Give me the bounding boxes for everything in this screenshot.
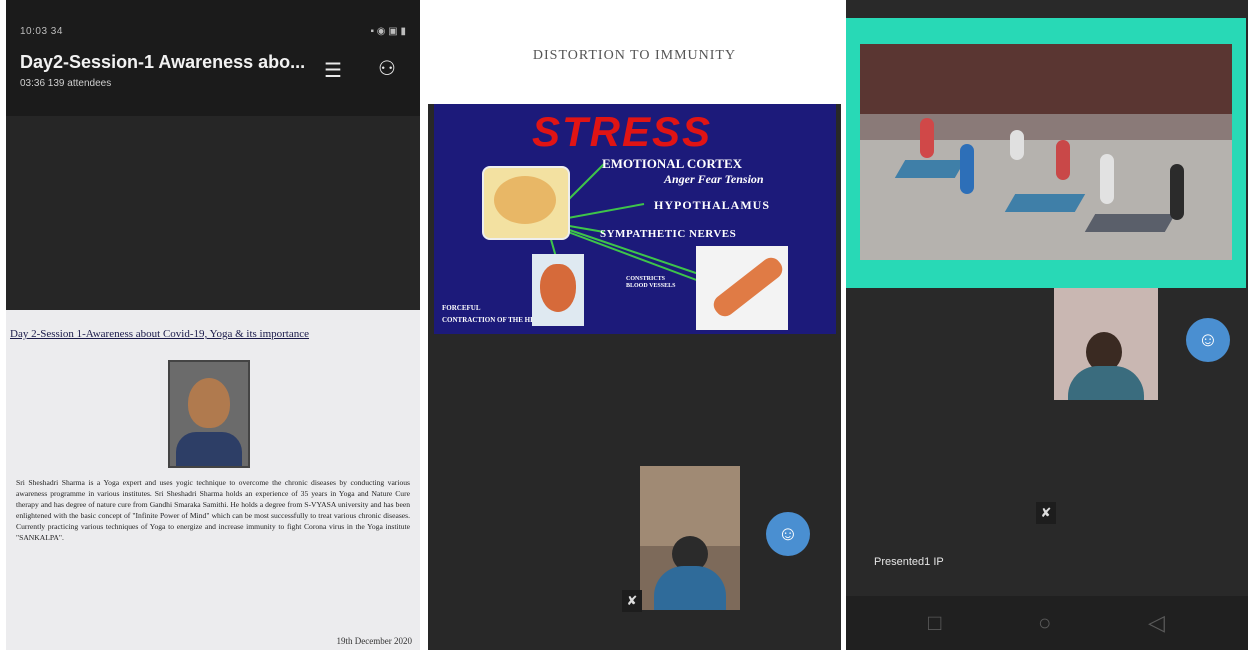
emotions-label: Anger Fear Tension — [664, 172, 764, 186]
doc-heading: Day 2-Session 1-Awareness about Covid-19… — [10, 328, 310, 340]
speaker-photo — [168, 360, 250, 468]
yoga-participant — [1056, 140, 1070, 180]
stress-slide: STRESS EMOTIONAL CORTEX Anger Fear Tensi… — [434, 104, 836, 334]
stress-heading: STRESS — [532, 108, 713, 155]
shared-document: Day 2-Session 1-Awareness about Covid-19… — [6, 310, 420, 650]
yoga-participant — [920, 118, 934, 158]
mic-off-icon: ✘ — [1036, 502, 1056, 524]
forceful-label: FORCEFUL — [442, 304, 481, 312]
emotional-cortex-label: EMOTIONAL CORTEX — [602, 156, 743, 171]
hypothalamus-label: HYPOTHALAMUS — [654, 198, 771, 212]
avatar-button[interactable]: ☺ — [1186, 318, 1230, 362]
arm-shape — [709, 253, 787, 321]
avatar-button[interactable]: ☺ — [766, 512, 810, 556]
brain-illustration — [482, 166, 570, 240]
chat-icon[interactable]: ☰ — [324, 58, 342, 83]
heart-shape — [540, 264, 576, 312]
recent-apps-icon[interactable]: □ — [928, 610, 941, 636]
yoga-participant — [960, 144, 974, 194]
meeting-screen-right: ☺ ✘ Presented1 IP □ ○ ◁ — [846, 0, 1248, 650]
doc-date: 19th December 2020 — [336, 636, 412, 646]
yoga-participant — [1170, 164, 1184, 220]
meeting-screen-left: 10:03 34 ▪ ◉ ▣ ▮ Day2-Session-1 Awarenes… — [6, 0, 420, 650]
meeting-header: 10:03 34 ▪ ◉ ▣ ▮ Day2-Session-1 Awarenes… — [6, 0, 420, 116]
speaker-face — [188, 378, 230, 428]
presenter-label: Presented1 IP — [874, 556, 944, 568]
yoga-participant — [1010, 130, 1024, 160]
yoga-mat — [1084, 214, 1176, 232]
meeting-subtitle: 03:36 139 attendees — [20, 78, 112, 89]
home-icon[interactable]: ○ — [1038, 610, 1051, 636]
slide-title: DISTORTION TO IMMUNITY — [532, 48, 737, 63]
status-icons: ▪ ◉ ▣ ▮ — [370, 26, 406, 37]
active-speaker-frame[interactable] — [846, 18, 1246, 288]
people-icon[interactable]: ⚇ — [378, 56, 396, 81]
heart-illustration — [532, 254, 584, 326]
status-time: 10:03 34 — [20, 26, 63, 37]
speaker-shirt — [176, 432, 242, 466]
hall-ceiling — [860, 44, 1232, 114]
participant-video[interactable] — [640, 466, 740, 610]
back-icon[interactable]: ◁ — [1148, 610, 1165, 636]
mic-off-icon: ✘ — [622, 590, 642, 612]
participant-body — [1068, 366, 1144, 400]
yoga-participant — [1100, 154, 1114, 204]
yoga-mat — [894, 160, 966, 178]
speaker-bio: Sri Sheshadri Sharma is a Yoga expert an… — [16, 478, 410, 542]
yoga-mat — [1004, 194, 1086, 212]
participant-body — [654, 566, 726, 610]
sympathetic-nerves-label: SYMPATHETIC NERVES — [600, 228, 737, 240]
video-background — [640, 466, 740, 546]
brain-shape — [494, 176, 556, 224]
constricts-label: CONSTRICTS BLOOD VESSELS — [626, 276, 676, 289]
meeting-title[interactable]: Day2-Session-1 Awareness abo... — [20, 52, 305, 73]
participant-video[interactable] — [1054, 288, 1158, 400]
meeting-screen-middle: DISTORTION TO IMMUNITY STRESS EMOTIONAL … — [428, 0, 841, 650]
arm-illustration — [696, 246, 788, 330]
slide-header: DISTORTION TO IMMUNITY — [428, 0, 841, 104]
yoga-video — [860, 44, 1232, 260]
android-nav-bar: □ ○ ◁ — [846, 596, 1248, 650]
